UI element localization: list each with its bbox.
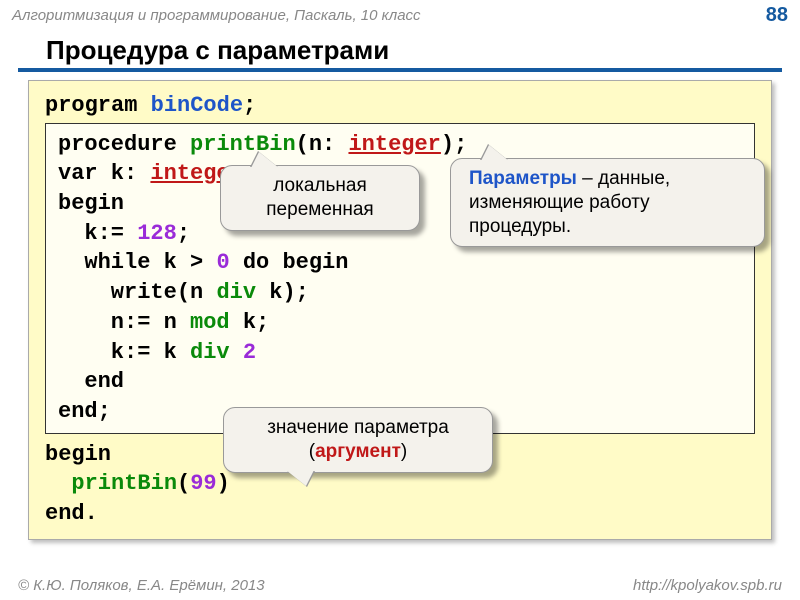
code-line: k:= k div 2	[58, 338, 742, 368]
footer-copyright: © К.Ю. Поляков, Е.А. Ерёмин, 2013	[18, 577, 265, 594]
callout-local-variable: локальная переменная	[220, 165, 420, 231]
code-line: end	[58, 367, 742, 397]
code-line: write(n div k);	[58, 278, 742, 308]
code-line: printBin(99)	[45, 469, 755, 499]
callout-tail-icon	[481, 145, 509, 161]
code-line: program binCode;	[45, 91, 755, 121]
footer-url: http://kpolyakov.spb.ru	[633, 577, 782, 594]
code-line: procedure printBin(n: integer);	[58, 130, 742, 160]
page-number: 88	[766, 4, 788, 27]
footer: © К.Ю. Поляков, Е.А. Ерёмин, 2013 http:/…	[0, 577, 800, 594]
callout-argument: значение параметра (аргумент)	[223, 407, 493, 473]
page-title: Процедура с параметрами	[18, 31, 782, 72]
code-line: while k > 0 do begin	[58, 248, 742, 278]
header: Алгоритмизация и программирование, Паска…	[0, 0, 800, 31]
breadcrumb: Алгоритмизация и программирование, Паска…	[12, 7, 421, 24]
code-line: end.	[45, 499, 755, 529]
callout-tail-icon	[251, 152, 279, 168]
code-line: n:= n mod k;	[58, 308, 742, 338]
callout-tail-icon	[286, 470, 314, 486]
callout-parameters: Параметры – данные, изменяющие работу пр…	[450, 158, 765, 247]
